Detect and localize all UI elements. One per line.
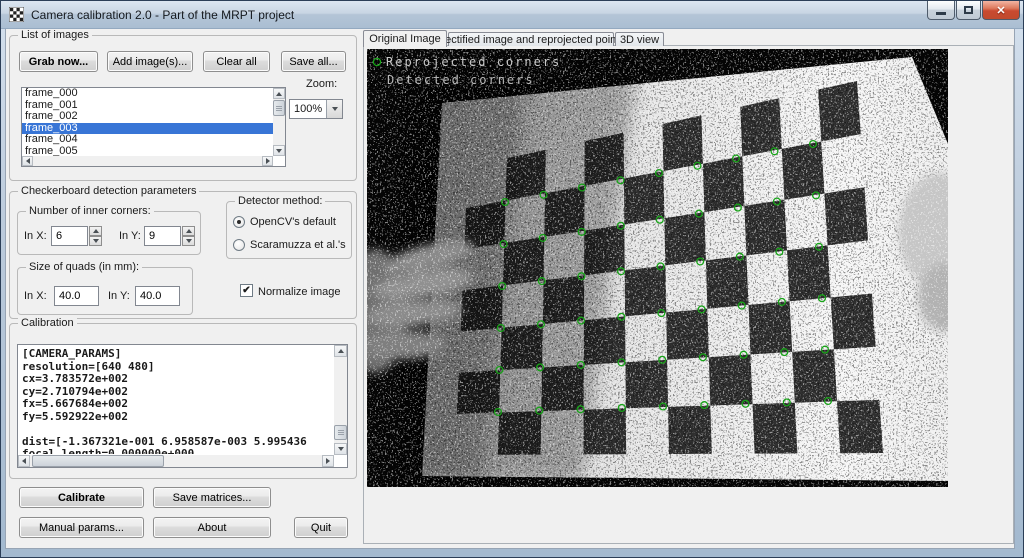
quad-size-label: Size of quads (in mm): xyxy=(26,261,142,273)
radio-opencv-default[interactable] xyxy=(233,216,245,228)
normalize-image-label[interactable]: Normalize image xyxy=(258,286,341,298)
arrow-down-icon xyxy=(276,149,282,153)
image-list[interactable]: frame_000 frame_001 frame_002 frame_003 … xyxy=(21,87,286,167)
inner-corners-label: Number of inner corners: xyxy=(26,205,154,217)
maximize-icon xyxy=(964,6,973,14)
close-icon: ✕ xyxy=(996,4,1005,17)
in-x-corners-field[interactable] xyxy=(51,226,88,246)
in-y-corners-spinner[interactable] xyxy=(182,226,195,246)
about-button[interactable]: About xyxy=(153,517,271,538)
calib-line: dist=[-1.367321e-001 6.958587e-003 5.995… xyxy=(19,435,332,448)
calib-line: fx=5.667684e+002 xyxy=(19,397,332,410)
arrow-right-icon xyxy=(266,158,270,164)
arrow-down-icon xyxy=(338,447,344,451)
chevron-down-icon xyxy=(332,107,338,111)
calibration-label: Calibration xyxy=(18,317,77,329)
list-of-images-label: List of images xyxy=(18,29,92,41)
zoom-combobox[interactable]: 100% xyxy=(289,99,343,119)
list-item[interactable]: frame_004 xyxy=(22,134,273,146)
in-x-label: In X: xyxy=(24,230,47,242)
calib-line: cx=3.783572e+002 xyxy=(19,372,332,385)
arrow-up-icon xyxy=(338,349,344,353)
tab-3d-view[interactable]: 3D view xyxy=(615,32,664,46)
list-vscroll-thumb[interactable] xyxy=(273,100,285,116)
add-images-button[interactable]: Add image(s)... xyxy=(107,51,193,72)
arrow-left-icon xyxy=(26,158,30,164)
arrow-left-icon xyxy=(22,458,26,464)
zoom-label: Zoom: xyxy=(306,78,337,90)
arrow-up-icon xyxy=(276,92,282,96)
radio-scaramuzza[interactable] xyxy=(233,239,245,251)
quad-x-field[interactable] xyxy=(54,286,99,306)
in-x-corners-spinner[interactable] xyxy=(89,226,102,246)
maximize-button[interactable] xyxy=(956,1,981,20)
tab-original-image[interactable]: Original Image xyxy=(363,30,447,47)
legend-reprojected: Reprojected corners xyxy=(386,55,561,69)
list-item[interactable]: frame_005 xyxy=(22,146,273,157)
minimize-button[interactable] xyxy=(927,1,955,20)
quad-y-field[interactable] xyxy=(135,286,180,306)
calib-line: focal_length=0.000000e+000 xyxy=(19,447,332,454)
calib-line: fy=5.592922e+002 xyxy=(19,410,332,423)
in-y-label: In Y: xyxy=(119,230,141,242)
spin-down-icon xyxy=(93,239,99,243)
calib-hscroll-thumb[interactable] xyxy=(32,455,164,467)
spin-up-icon xyxy=(186,229,192,233)
save-all-button[interactable]: Save all... xyxy=(281,51,346,72)
radio-opencv-label[interactable]: OpenCV's default xyxy=(250,216,336,228)
quit-button[interactable]: Quit xyxy=(294,517,348,538)
list-item[interactable]: frame_000 xyxy=(22,88,273,100)
window-title: Camera calibration 2.0 - Part of the MRP… xyxy=(31,8,294,22)
list-scroll-right-button[interactable] xyxy=(262,156,273,166)
clear-all-button[interactable]: Clear all xyxy=(203,51,270,72)
calib-line xyxy=(19,422,332,435)
spin-down-icon xyxy=(186,239,192,243)
arrow-right-icon xyxy=(326,458,330,464)
calib-line: resolution=[640 480] xyxy=(19,360,332,373)
list-item[interactable]: frame_002 xyxy=(22,111,273,123)
detector-method-label: Detector method: xyxy=(235,195,325,207)
legend-detected: Detected corners xyxy=(387,73,535,87)
zoom-dropdown-button[interactable] xyxy=(326,100,342,118)
calib-scroll-left-button[interactable] xyxy=(18,455,30,467)
calib-scroll-right-button[interactable] xyxy=(322,455,334,467)
list-scroll-left-button[interactable] xyxy=(22,156,33,166)
calib-scroll-up-button[interactable] xyxy=(334,345,347,357)
list-scroll-up-button[interactable] xyxy=(273,88,285,99)
app-icon xyxy=(9,7,24,22)
list-scroll-down-button[interactable] xyxy=(273,145,285,156)
quad-x-label: In X: xyxy=(24,290,47,302)
calibration-results-textarea[interactable]: [CAMERA_PARAMS] resolution=[640 480] cx=… xyxy=(17,344,348,468)
grab-now-button[interactable]: Grab now... xyxy=(19,51,98,72)
camera-image: Reprojected corners Detected corners xyxy=(367,49,948,487)
calibration-text: [CAMERA_PARAMS] resolution=[640 480] cx=… xyxy=(19,347,332,454)
radio-scaramuzza-label[interactable]: Scaramuzza et al.'s xyxy=(250,239,346,251)
detection-params-label: Checkerboard detection parameters xyxy=(18,185,199,197)
save-matrices-button[interactable]: Save matrices... xyxy=(153,487,271,508)
radio-selected-dot xyxy=(237,220,241,224)
calib-scroll-down-button[interactable] xyxy=(334,443,347,455)
check-icon: ✔ xyxy=(242,285,250,296)
calib-line: cy=2.710794e+002 xyxy=(19,385,332,398)
calib-line: [CAMERA_PARAMS] xyxy=(19,347,332,360)
image-list-items: frame_000 frame_001 frame_002 frame_003 … xyxy=(22,88,273,156)
close-button[interactable]: ✕ xyxy=(982,1,1020,20)
calib-vscroll-thumb[interactable] xyxy=(334,425,347,440)
quad-y-label: In Y: xyxy=(108,290,130,302)
spin-up-icon xyxy=(93,229,99,233)
minimize-icon xyxy=(936,12,946,15)
tab-rectified-image[interactable]: Rectified image and reprojected points xyxy=(448,32,614,46)
title-bar[interactable]: Camera calibration 2.0 - Part of the MRP… xyxy=(1,1,1024,29)
app-window: Camera calibration 2.0 - Part of the MRP… xyxy=(0,0,1024,558)
manual-params-button[interactable]: Manual params... xyxy=(19,517,144,538)
zoom-value: 100% xyxy=(294,103,322,115)
in-y-corners-field[interactable] xyxy=(144,226,181,246)
calibrate-button[interactable]: Calibrate xyxy=(19,487,144,508)
normalize-image-checkbox[interactable]: ✔ xyxy=(240,284,253,297)
list-hscrollbar[interactable] xyxy=(22,156,273,166)
